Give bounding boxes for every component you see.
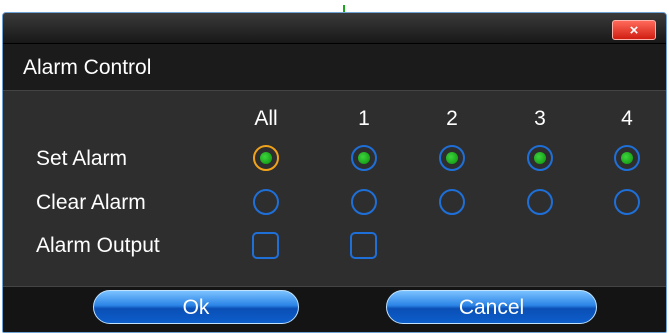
row-label-set-alarm: Set Alarm <box>36 147 128 170</box>
alarm-output-all-checkbox[interactable] <box>252 232 279 259</box>
close-icon: × <box>629 22 639 39</box>
dialog-title: Alarm Control <box>23 56 152 79</box>
set-alarm-all-radio[interactable] <box>253 145 279 171</box>
clear-alarm-3-radio[interactable] <box>527 189 553 215</box>
dialog-footer: Ok Cancel <box>3 286 666 332</box>
column-header-all: All <box>254 107 278 130</box>
set-alarm-4-radio[interactable] <box>614 145 640 171</box>
dialog-titlebar: × <box>3 13 666 44</box>
close-button[interactable]: × <box>612 20 656 40</box>
alarm-output-1-checkbox[interactable] <box>350 232 377 259</box>
cancel-button[interactable]: Cancel <box>386 290 597 324</box>
set-alarm-1-radio[interactable] <box>351 145 377 171</box>
clear-alarm-1-radio[interactable] <box>351 189 377 215</box>
row-label-clear-alarm: Clear Alarm <box>36 191 146 214</box>
section-header: Alarm Control <box>3 44 666 91</box>
ok-button[interactable]: Ok <box>93 290 299 324</box>
alarm-control-dialog: × Alarm Control All 1 2 3 4 Set Alarm Cl… <box>2 12 667 333</box>
row-label-alarm-output: Alarm Output <box>36 234 160 257</box>
column-header-3: 3 <box>534 107 546 130</box>
column-header-4: 4 <box>621 107 633 130</box>
set-alarm-2-radio[interactable] <box>439 145 465 171</box>
column-header-2: 2 <box>446 107 458 130</box>
column-header-1: 1 <box>358 107 370 130</box>
alarm-grid: All 1 2 3 4 Set Alarm Clear Alarm Alarm … <box>3 91 666 287</box>
top-edge-marker <box>343 5 345 12</box>
clear-alarm-all-radio[interactable] <box>253 189 279 215</box>
set-alarm-3-radio[interactable] <box>527 145 553 171</box>
clear-alarm-2-radio[interactable] <box>439 189 465 215</box>
clear-alarm-4-radio[interactable] <box>614 189 640 215</box>
